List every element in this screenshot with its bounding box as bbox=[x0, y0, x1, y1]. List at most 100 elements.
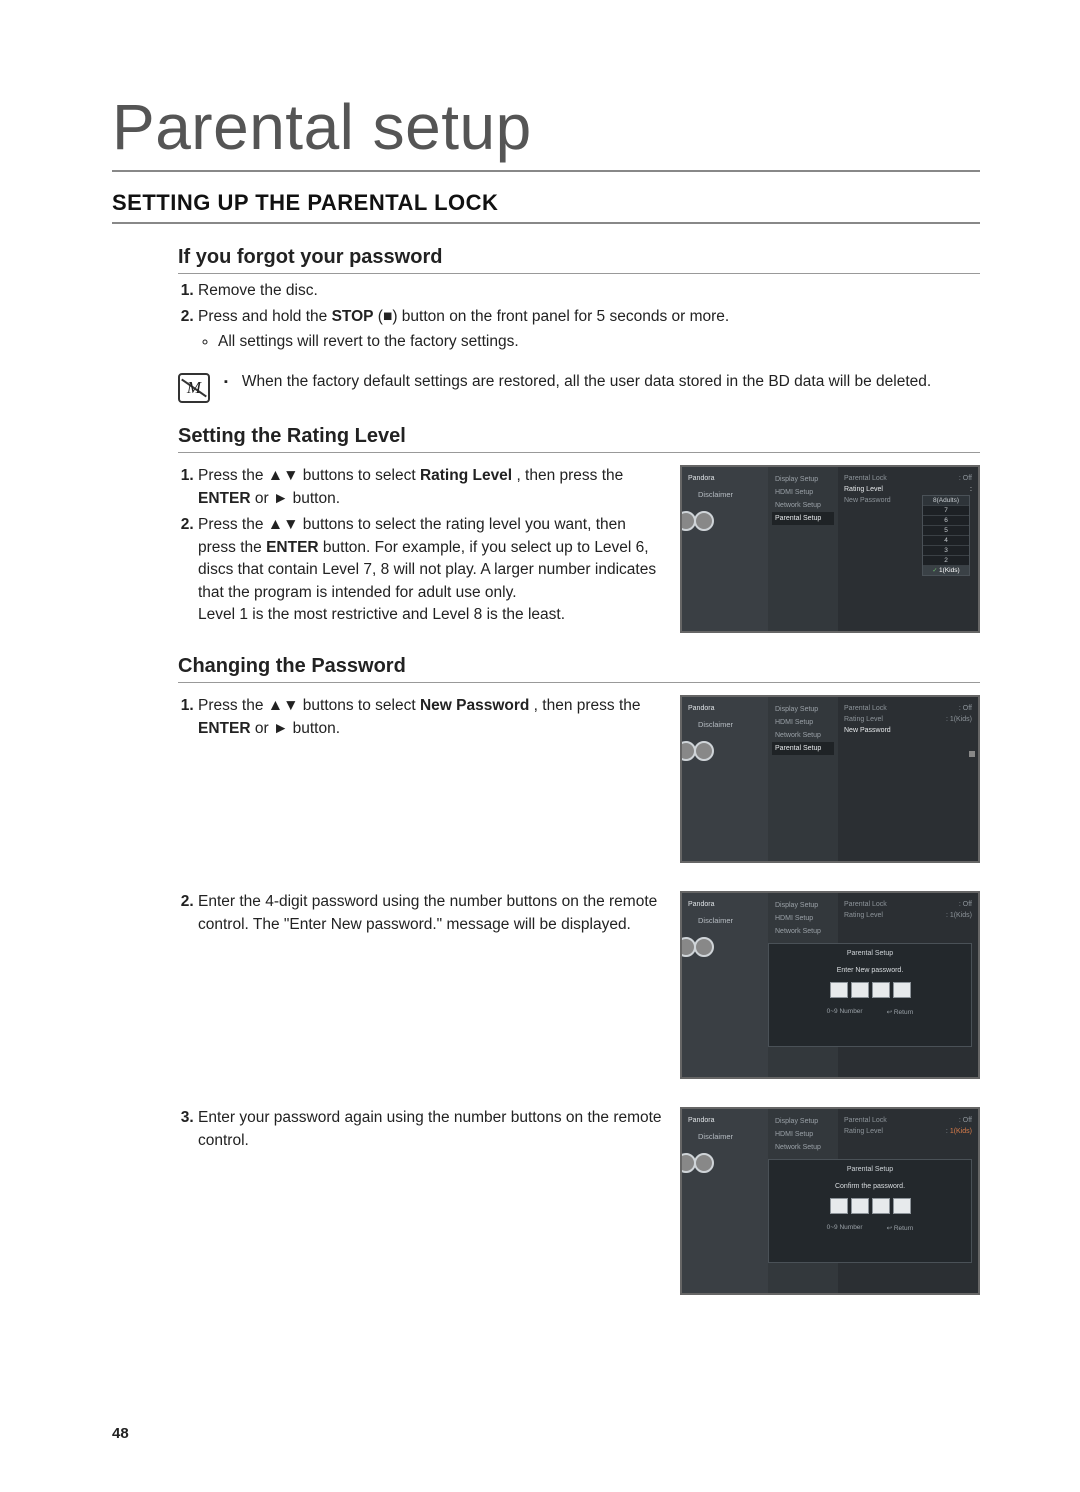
rating-heading: Setting the Rating Level bbox=[178, 425, 980, 453]
forgot-step-2-bullet: All settings will revert to the factory … bbox=[218, 331, 980, 353]
pw-s1-b: New Password bbox=[420, 697, 529, 714]
overlay-msg-confirm: Confirm the password. bbox=[835, 1183, 905, 1190]
dev-r-new-password: New Password bbox=[844, 497, 891, 504]
dev-r-off-4: : Off bbox=[959, 1117, 972, 1124]
page-number: 48 bbox=[112, 1425, 129, 1442]
rating-s2-b: ENTER bbox=[266, 539, 319, 556]
dev-brand-4: Pandora bbox=[688, 1117, 762, 1124]
rating-s1-c: , then press the bbox=[516, 467, 623, 484]
dev-r-rating-level: Rating Level bbox=[844, 486, 883, 493]
dev-mid-parental: Parental Setup bbox=[772, 512, 834, 525]
dev-r-parental-lock-4: Parental Lock bbox=[844, 1117, 887, 1124]
pw-s1-e: or ► button. bbox=[255, 720, 340, 737]
note-icon bbox=[178, 373, 210, 403]
overlay-msg-enter: Enter New password. bbox=[837, 967, 904, 974]
dev-drop-6: 6 bbox=[923, 515, 969, 525]
dev-brand-2: Pandora bbox=[688, 705, 762, 712]
gear-icon bbox=[694, 741, 714, 761]
dev-drop-2: 2 bbox=[923, 555, 969, 565]
rating-s1-b: Rating Level bbox=[420, 467, 512, 484]
forgot-step-2: Press and hold the STOP (■) button on th… bbox=[198, 306, 980, 353]
gear-icon bbox=[694, 511, 714, 531]
gear-icon bbox=[694, 937, 714, 957]
hint-return-2: ↩ Return bbox=[887, 1224, 914, 1232]
dev-mid-network-4: Network Setup bbox=[772, 1141, 834, 1154]
pw-s1-a: Press the ▲▼ buttons to select bbox=[198, 697, 420, 714]
dev-r-parental-lock-3: Parental Lock bbox=[844, 901, 887, 908]
dev-r-1kids-3: : 1(Kids) bbox=[946, 912, 972, 919]
dev-mid-network-3: Network Setup bbox=[772, 925, 834, 938]
dev-r-1kids-note: : 1(Kids) bbox=[946, 1128, 972, 1135]
gear-icon bbox=[694, 1153, 714, 1173]
forgot-step-2-post: (■) button on the front panel for 5 seco… bbox=[378, 308, 729, 325]
dev-r-off-3: : Off bbox=[959, 901, 972, 908]
dev-r-rating-level-4: Rating Level bbox=[844, 1128, 883, 1135]
dev-r-parental-lock-2: Parental Lock bbox=[844, 705, 887, 712]
dev-nav-disclaimer-4: Disclaimer bbox=[698, 1132, 762, 1141]
dev-r-parental-lock: Parental Lock bbox=[844, 475, 887, 482]
forgot-heading: If you forgot your password bbox=[178, 246, 980, 274]
dev-mid-display-4: Display Setup bbox=[772, 1115, 834, 1128]
dev-r-1kids-2: : 1(Kids) bbox=[946, 716, 972, 723]
dev-drop-4: 4 bbox=[923, 535, 969, 545]
dev-brand-3: Pandora bbox=[688, 901, 762, 908]
password-step-2: Enter the 4-digit password using the num… bbox=[198, 891, 662, 936]
password-boxes bbox=[830, 982, 911, 998]
pw-s1-c: , then press the bbox=[534, 697, 641, 714]
dev-drop-8: 8(Adults) bbox=[923, 496, 969, 505]
hint-number-2: 0~9 Number bbox=[827, 1224, 863, 1232]
dev-drop-1: 1(Kids) bbox=[923, 565, 969, 575]
page-title: Parental setup bbox=[112, 90, 980, 172]
right-arrow-icon bbox=[969, 751, 975, 757]
pw-s1-d: ENTER bbox=[198, 720, 251, 737]
overlay-title-1: Parental Setup bbox=[847, 950, 893, 957]
dev-drop-7: 7 bbox=[923, 505, 969, 515]
dev-mid-hdmi-3: HDMI Setup bbox=[772, 912, 834, 925]
password-step-3: Enter your password again using the numb… bbox=[198, 1107, 662, 1152]
dev-drop-3: 3 bbox=[923, 545, 969, 555]
hint-number-1: 0~9 Number bbox=[827, 1008, 863, 1016]
dev-mid-display-2: Display Setup bbox=[772, 703, 834, 716]
rating-s1-a: Press the ▲▼ buttons to select bbox=[198, 467, 420, 484]
section-title: SETTING UP THE PARENTAL LOCK bbox=[112, 190, 980, 224]
rating-s2-d: Level 1 is the most restrictive and Leve… bbox=[198, 606, 565, 623]
dev-nav-disclaimer-3: Disclaimer bbox=[698, 916, 762, 925]
rating-s1-d: ENTER bbox=[198, 490, 251, 507]
screenshot-enter-password: Pandora Disclaimer Display Setup HDMI Se… bbox=[680, 891, 980, 1079]
screenshot-rating-level: Pandora Disclaimer Display Setup HDMI Se… bbox=[680, 465, 980, 633]
rating-s1-e: or ► button. bbox=[255, 490, 340, 507]
dev-nav-disclaimer-2: Disclaimer bbox=[698, 720, 762, 729]
dev-rating-dropdown: 8(Adults) 7 6 5 4 3 2 1(Kids) bbox=[922, 495, 970, 576]
dev-r-off: : Off bbox=[959, 475, 972, 482]
dev-r-new-password-2: New Password bbox=[844, 727, 891, 734]
dev-r-rating-sel: : bbox=[970, 486, 972, 493]
password-boxes-confirm bbox=[830, 1198, 911, 1214]
dev-mid-parental-2: Parental Setup bbox=[772, 742, 834, 755]
screenshot-confirm-password: Pandora Disclaimer Display Setup HDMI Se… bbox=[680, 1107, 980, 1295]
forgot-step-2-pre: Press and hold the bbox=[198, 308, 332, 325]
dev-mid-display-3: Display Setup bbox=[772, 899, 834, 912]
dev-r-off-2: : Off bbox=[959, 705, 972, 712]
overlay-title-2: Parental Setup bbox=[847, 1166, 893, 1173]
dev-mid-hdmi: HDMI Setup bbox=[772, 486, 834, 499]
note-bullet-icon: ▪ bbox=[224, 375, 228, 391]
forgot-step-2-bold: STOP bbox=[332, 308, 374, 325]
hint-return-1: ↩ Return bbox=[887, 1008, 914, 1016]
dev-drop-5: 5 bbox=[923, 525, 969, 535]
dev-mid-network-2: Network Setup bbox=[772, 729, 834, 742]
dev-mid-display: Display Setup bbox=[772, 473, 834, 486]
dev-nav-disclaimer: Disclaimer bbox=[698, 490, 762, 499]
dev-r-rating-level-2: Rating Level bbox=[844, 716, 883, 723]
forgot-step-1: Remove the disc. bbox=[198, 280, 980, 302]
dev-r-rating-level-3: Rating Level bbox=[844, 912, 883, 919]
dev-mid-network: Network Setup bbox=[772, 499, 834, 512]
dev-mid-hdmi-4: HDMI Setup bbox=[772, 1128, 834, 1141]
dev-brand: Pandora bbox=[688, 475, 762, 482]
rating-step-2: Press the ▲▼ buttons to select the ratin… bbox=[198, 514, 662, 626]
password-heading: Changing the Password bbox=[178, 655, 980, 683]
rating-step-1: Press the ▲▼ buttons to select Rating Le… bbox=[198, 465, 662, 510]
password-step-1: Press the ▲▼ buttons to select New Passw… bbox=[198, 695, 662, 740]
note-text: When the factory default settings are re… bbox=[242, 371, 980, 393]
dev-mid-hdmi-2: HDMI Setup bbox=[772, 716, 834, 729]
screenshot-new-password-select: Pandora Disclaimer Display Setup HDMI Se… bbox=[680, 695, 980, 863]
